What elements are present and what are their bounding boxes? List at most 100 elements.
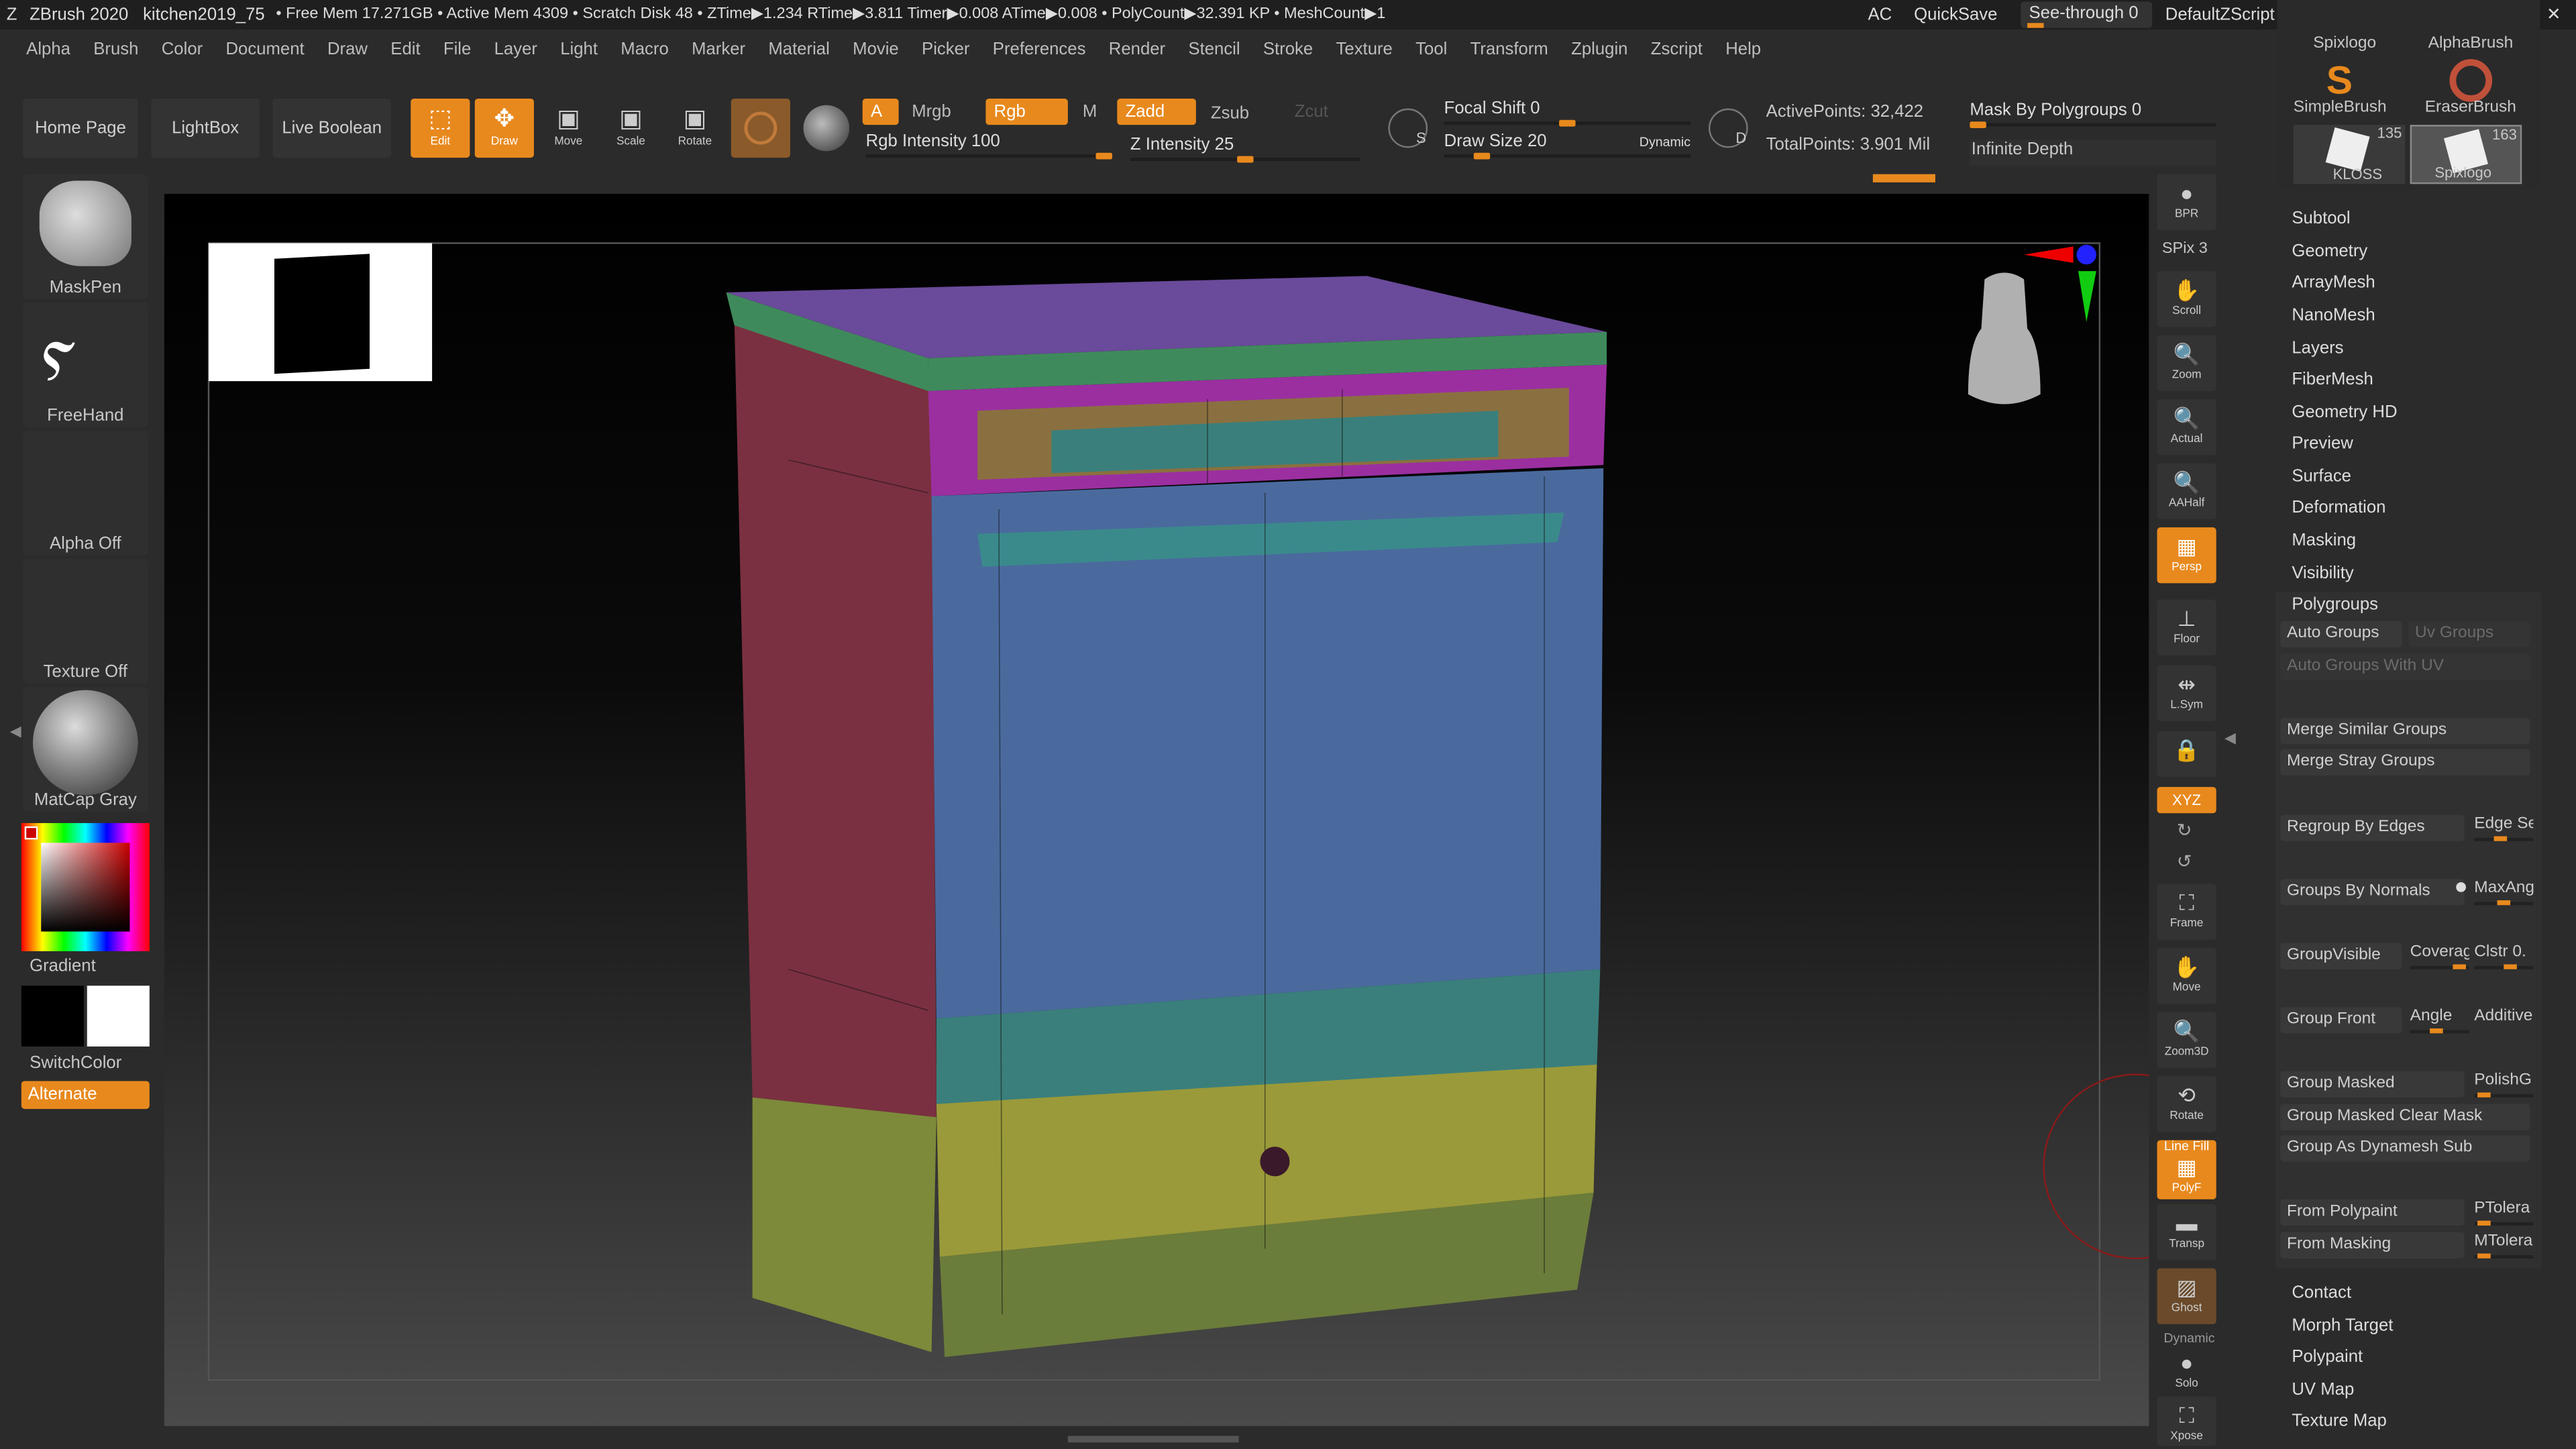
subpalette-arraymesh[interactable]: ArrayMesh bbox=[2292, 273, 2375, 292]
subpalette-deformation[interactable]: Deformation bbox=[2292, 498, 2385, 517]
menu-item[interactable]: Brush bbox=[93, 40, 138, 59]
menu-item[interactable]: Material bbox=[768, 40, 829, 59]
eraserbrush-icon[interactable] bbox=[2449, 59, 2493, 102]
bottom-tray-handle[interactable] bbox=[1067, 1436, 1239, 1443]
edit-mode-button[interactable]: ⬚ Edit bbox=[411, 98, 470, 158]
floor-button[interactable]: ⊥ Floor bbox=[2157, 599, 2216, 656]
draw-size-d-icon[interactable]: D bbox=[1708, 108, 1748, 148]
stroke-thumbnail[interactable]: ⲋ FreeHand bbox=[23, 302, 148, 427]
color-saturation-square[interactable] bbox=[41, 843, 130, 932]
rgb-intensity-slider[interactable]: Rgb Intensity 100 bbox=[865, 129, 1112, 160]
subpalette-geometry-hd[interactable]: Geometry HD bbox=[2292, 402, 2397, 422]
navigation-head-gizmo[interactable] bbox=[1968, 272, 2041, 405]
frame-button[interactable]: ⛶ Frame bbox=[2157, 883, 2216, 940]
material-swatch-button[interactable] bbox=[731, 98, 790, 158]
lsym-button[interactable]: ⇹ L.Sym bbox=[2157, 665, 2216, 722]
mrgb-toggle[interactable]: Mrgb bbox=[904, 99, 976, 125]
ac-button[interactable]: AC bbox=[1868, 0, 1892, 30]
default-zscript-button[interactable]: DefaultZScript bbox=[2165, 0, 2275, 30]
menu-item[interactable]: Marker bbox=[692, 40, 745, 59]
gradient-label[interactable]: Gradient bbox=[30, 956, 96, 975]
persp-button[interactable]: ▦ Persp bbox=[2157, 527, 2216, 584]
menu-item[interactable]: Zscript bbox=[1651, 40, 1703, 59]
menu-item[interactable]: Macro bbox=[621, 40, 668, 59]
menu-item[interactable]: File bbox=[443, 40, 471, 59]
shading-sphere-icon[interactable] bbox=[803, 105, 850, 152]
zadd-toggle[interactable]: Zadd bbox=[1117, 98, 1196, 125]
subpalette-texture-map[interactable]: Texture Map bbox=[2292, 1411, 2387, 1431]
menu-item[interactable]: Transform bbox=[1470, 40, 1548, 59]
menu-item[interactable]: Layer bbox=[494, 40, 537, 59]
angle-slider[interactable]: Angle bbox=[2410, 1007, 2469, 1034]
menu-item[interactable]: Document bbox=[225, 40, 304, 59]
ghost-button[interactable]: ▨ Ghost bbox=[2157, 1268, 2216, 1324]
draw-size-slider[interactable]: Draw Size 20 Dynamic bbox=[1444, 129, 1691, 160]
merge-stray-groups-button[interactable]: Merge Stray Groups bbox=[2280, 749, 2530, 775]
subpalette-polypaint[interactable]: Polypaint bbox=[2292, 1347, 2363, 1366]
polypaint-tolerance-slider[interactable]: PTolera bbox=[2474, 1199, 2534, 1226]
coverage-slider[interactable]: Coverag bbox=[2410, 943, 2469, 969]
scale-mode-button[interactable]: ▣ Scale bbox=[601, 99, 660, 158]
menu-item[interactable]: Color bbox=[162, 40, 203, 59]
rotate-y-icon[interactable]: ↻ bbox=[2177, 820, 2192, 841]
main-color-swatch[interactable] bbox=[87, 985, 150, 1047]
auto-groups-button[interactable]: Auto Groups bbox=[2280, 621, 2402, 647]
lock-button[interactable]: 🔒 bbox=[2157, 731, 2216, 777]
alpha-thumbnail[interactable]: Alpha Off bbox=[23, 430, 148, 555]
from-masking-button[interactable]: From Masking bbox=[2280, 1232, 2465, 1258]
xyz-button[interactable]: XYZ bbox=[2157, 787, 2216, 814]
cluster-slider[interactable]: Clstr 0. bbox=[2474, 943, 2534, 969]
polish-groups-slider[interactable]: PolishG bbox=[2474, 1071, 2534, 1097]
spixlogo-top-label[interactable]: Spixlogo bbox=[2313, 34, 2376, 52]
subpalette-layers[interactable]: Layers bbox=[2292, 338, 2343, 358]
color-picker[interactable] bbox=[21, 822, 150, 951]
menu-item[interactable]: Picker bbox=[922, 40, 969, 59]
brush-thumbnail[interactable]: MaskPen bbox=[23, 174, 148, 299]
zoom3d-button[interactable]: 🔍 Zoom3D bbox=[2157, 1012, 2216, 1068]
regroup-by-edges-button[interactable]: Regroup By Edges bbox=[2280, 814, 2465, 841]
menu-item[interactable]: Texture bbox=[1336, 40, 1393, 59]
rotate-z-icon[interactable]: ↺ bbox=[2177, 851, 2192, 872]
transp-button[interactable]: ▬ Transp bbox=[2157, 1204, 2216, 1260]
rotate-view-button[interactable]: ⟲ Rotate bbox=[2157, 1076, 2216, 1132]
menu-item[interactable]: Tool bbox=[1415, 40, 1447, 59]
subpalette-polygroups[interactable]: Polygroups bbox=[2292, 595, 2378, 614]
draw-mode-button[interactable]: ✥ Draw bbox=[474, 98, 534, 158]
subpalette-nanomesh[interactable]: NanoMesh bbox=[2292, 306, 2375, 325]
close-icon[interactable]: ✕ bbox=[2546, 0, 2561, 30]
menu-item[interactable]: Stroke bbox=[1263, 40, 1313, 59]
menu-item[interactable]: Movie bbox=[853, 40, 899, 59]
bpr-button[interactable]: ● BPR bbox=[2157, 174, 2216, 230]
aahalf-button[interactable]: 🔍 AAHalf bbox=[2157, 463, 2216, 519]
infinite-depth-button[interactable]: Infinite Depth bbox=[1970, 140, 2216, 166]
subpalette-surface[interactable]: Surface bbox=[2292, 467, 2351, 486]
rotate-mode-button[interactable]: ▣ Rotate bbox=[665, 99, 724, 158]
menu-item[interactable]: Stencil bbox=[1188, 40, 1240, 59]
additive-toggle[interactable]: Additive bbox=[2474, 1007, 2533, 1033]
rgb-toggle[interactable]: Rgb bbox=[985, 98, 1068, 125]
quicksave-button[interactable]: QuickSave bbox=[1914, 0, 1997, 30]
navigator-thumbnail[interactable] bbox=[209, 243, 433, 382]
merge-similar-groups-button[interactable]: Merge Similar Groups bbox=[2280, 718, 2530, 745]
polyf-button[interactable]: Line Fill ▦ PolyF bbox=[2157, 1139, 2216, 1199]
texture-thumbnail[interactable]: Texture Off bbox=[23, 558, 148, 684]
subpalette-masking[interactable]: Masking bbox=[2292, 531, 2356, 550]
eraserbrush-label[interactable]: EraserBrush bbox=[2425, 99, 2516, 117]
subpalette-preview[interactable]: Preview bbox=[2292, 434, 2353, 453]
from-polypaint-button[interactable]: From Polypaint bbox=[2280, 1199, 2465, 1226]
edge-sensitivity-slider[interactable]: Edge Se bbox=[2474, 815, 2534, 841]
zcut-toggle[interactable]: Zcut bbox=[1287, 99, 1359, 125]
mask-by-polygroups-slider[interactable]: Mask By Polygroups 0 bbox=[1970, 99, 2216, 129]
group-visible-button[interactable]: GroupVisible bbox=[2280, 943, 2402, 969]
groups-by-normals-button[interactable]: Groups By Normals bbox=[2280, 879, 2465, 906]
move-mode-button[interactable]: ▣ Move bbox=[539, 99, 598, 158]
masking-tolerance-slider[interactable]: MTolera bbox=[2474, 1232, 2534, 1258]
menu-item[interactable]: Preferences bbox=[993, 40, 1086, 59]
subpalette-morph-target[interactable]: Morph Target bbox=[2292, 1316, 2393, 1336]
zoom-button[interactable]: 🔍 Zoom bbox=[2157, 335, 2216, 391]
alphabrush-label[interactable]: AlphaBrush bbox=[2428, 34, 2514, 52]
scroll-button[interactable]: ✋ Scroll bbox=[2157, 271, 2216, 327]
xpose-button[interactable]: ⛶ Xpose bbox=[2157, 1396, 2216, 1446]
menu-item[interactable]: Zplugin bbox=[1571, 40, 1627, 59]
menu-item[interactable]: Draw bbox=[327, 40, 368, 59]
